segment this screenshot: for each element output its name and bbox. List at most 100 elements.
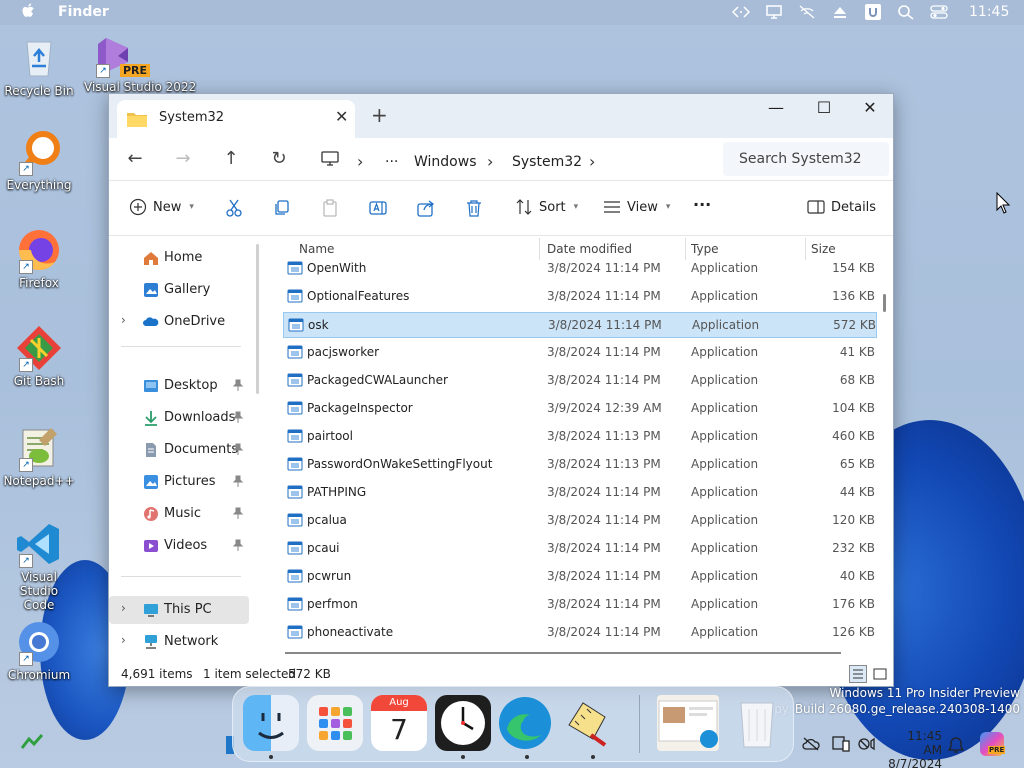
user-u-icon[interactable] bbox=[864, 4, 882, 20]
desktop-icon-notepad-plus-plus[interactable]: ↗ Notepad++ bbox=[3, 424, 75, 488]
dock-calendar-icon[interactable]: Aug 7 bbox=[371, 695, 427, 751]
file-row[interactable]: pcaui 3/8/2024 11:14 PM Application 232 KB bbox=[283, 536, 875, 560]
forward-button[interactable]: → bbox=[171, 148, 195, 169]
details-view-button[interactable] bbox=[849, 665, 867, 683]
more-options-button[interactable]: ··· bbox=[693, 195, 711, 214]
pin-icon[interactable] bbox=[233, 411, 243, 423]
back-button[interactable]: ← bbox=[123, 148, 147, 169]
vertical-scrollbar[interactable] bbox=[883, 294, 886, 312]
active-app-name[interactable]: Finder bbox=[58, 4, 109, 20]
horizontal-scrollbar[interactable] bbox=[285, 652, 841, 654]
sort-button[interactable]: Sort ▾ bbox=[515, 198, 578, 216]
file-row[interactable]: PasswordOnWakeSettingFlyout 3/8/2024 11:1… bbox=[283, 452, 875, 476]
copy-icon[interactable] bbox=[273, 199, 291, 217]
sidebar-item-music[interactable]: Music bbox=[109, 500, 249, 528]
sidebar-item-downloads[interactable]: Downloads bbox=[109, 404, 249, 432]
sidebar-item-home[interactable]: Home bbox=[109, 244, 249, 272]
expand-chevron-icon[interactable]: › bbox=[121, 601, 126, 615]
network-volume-icon[interactable] bbox=[858, 736, 878, 752]
sidebar-item-this-pc[interactable]: › This PC bbox=[109, 596, 249, 624]
file-row[interactable]: pairtool 3/8/2024 11:13 PM Application 460 … bbox=[283, 424, 875, 448]
control-center-icon[interactable] bbox=[930, 4, 948, 20]
dock-edge-icon[interactable] bbox=[497, 695, 553, 751]
dock-window-preview[interactable] bbox=[657, 695, 719, 751]
sidebar-item-network[interactable]: › Network bbox=[109, 628, 249, 656]
delete-icon[interactable] bbox=[465, 199, 483, 217]
taskbar-clock[interactable]: 11:45 AM 8/7/2024 bbox=[886, 729, 942, 768]
new-tab-button[interactable]: + bbox=[371, 103, 388, 127]
no-wifi-icon[interactable] bbox=[798, 4, 816, 20]
new-button[interactable]: New ▾ bbox=[129, 198, 194, 216]
desktop-icon-vscode[interactable]: ↗ Visual Studio Code bbox=[3, 520, 75, 612]
pin-icon[interactable] bbox=[233, 539, 243, 551]
sidebar-item-videos[interactable]: Videos bbox=[109, 532, 249, 560]
menu-bar-clock[interactable]: 11:45 bbox=[969, 4, 1009, 20]
copilot-icon[interactable]: PRE bbox=[980, 732, 1006, 756]
search-input[interactable]: Search System32 bbox=[723, 142, 889, 176]
rename-icon[interactable] bbox=[369, 199, 387, 217]
expand-chevron-icon[interactable]: › bbox=[121, 633, 126, 647]
minimize-button[interactable]: — bbox=[761, 98, 791, 117]
sidebar-item-desktop[interactable]: Desktop bbox=[109, 372, 249, 400]
application-file-icon bbox=[287, 373, 303, 387]
details-pane-button[interactable]: Details bbox=[807, 198, 876, 216]
desktop-icon-git-bash[interactable]: ↗ Git Bash bbox=[3, 324, 75, 388]
desktop-icon-everything[interactable]: ↗ Everything bbox=[3, 128, 75, 192]
breadcrumb-more[interactable]: ··· bbox=[385, 154, 398, 170]
dock-launchpad-icon[interactable] bbox=[307, 695, 363, 751]
file-row[interactable]: phoneactivate 3/8/2024 11:14 PM Applicatio… bbox=[283, 620, 875, 644]
file-row[interactable]: osk 3/8/2024 11:14 PM Application 572 KB bbox=[283, 312, 877, 338]
paste-icon[interactable] bbox=[321, 199, 339, 217]
share-icon[interactable] bbox=[417, 199, 435, 217]
sidebar-item-gallery[interactable]: Gallery bbox=[109, 276, 249, 304]
dock-finder-icon[interactable] bbox=[243, 695, 299, 751]
dock-trash-icon[interactable] bbox=[729, 695, 785, 751]
pin-icon[interactable] bbox=[233, 475, 243, 487]
file-row[interactable]: pacjsworker 3/8/2024 11:14 PM Application 4… bbox=[283, 340, 875, 364]
widgets-stock-icon[interactable] bbox=[20, 732, 44, 752]
search-icon[interactable] bbox=[897, 4, 915, 20]
refresh-button[interactable]: ↻ bbox=[267, 148, 291, 169]
pin-icon[interactable] bbox=[233, 379, 243, 391]
up-button[interactable]: ↑ bbox=[219, 148, 243, 169]
file-type: Application bbox=[691, 625, 759, 639]
cut-icon[interactable] bbox=[225, 199, 243, 217]
close-window-button[interactable]: ✕ bbox=[855, 98, 885, 117]
tab-system32[interactable]: System32 ✕ bbox=[117, 100, 355, 138]
file-row[interactable]: pcwrun 3/8/2024 11:14 PM Application 40 KB bbox=[283, 564, 875, 588]
address-bar[interactable]: › ··· Windows › System32 › bbox=[307, 142, 711, 176]
phone-link-icon[interactable] bbox=[832, 736, 850, 752]
notification-bell-icon[interactable] bbox=[948, 736, 964, 754]
file-row[interactable]: OpenWith 3/8/2024 11:14 PM Application 154 … bbox=[283, 256, 875, 280]
pin-icon[interactable] bbox=[233, 443, 243, 455]
sidebar-item-pictures[interactable]: Pictures bbox=[109, 468, 249, 496]
dock-clock-icon[interactable] bbox=[435, 695, 491, 751]
display-icon[interactable] bbox=[765, 4, 783, 20]
breadcrumb-system32[interactable]: System32 bbox=[512, 154, 582, 170]
cloud-offline-icon[interactable] bbox=[802, 736, 820, 752]
code-brackets-icon[interactable] bbox=[732, 4, 750, 20]
sidebar-item-documents[interactable]: Documents bbox=[109, 436, 249, 464]
sidebar-item-onedrive[interactable]: › OneDrive bbox=[109, 308, 249, 336]
view-button[interactable]: View ▾ bbox=[603, 198, 670, 216]
sidebar-scrollbar[interactable] bbox=[256, 244, 259, 394]
breadcrumb-windows[interactable]: Windows bbox=[414, 154, 477, 170]
file-row[interactable]: perfmon 3/8/2024 11:14 PM Application 176 K… bbox=[283, 592, 875, 616]
desktop-icon-firefox[interactable]: ↗ Firefox bbox=[3, 226, 75, 290]
eject-icon[interactable] bbox=[831, 4, 849, 20]
maximize-button[interactable]: ☐ bbox=[809, 98, 839, 117]
file-row[interactable]: PackagedCWALauncher 3/8/2024 11:14 PM Appl… bbox=[283, 368, 875, 392]
file-row[interactable]: OptionalFeatures 3/8/2024 11:14 PM Applica… bbox=[283, 284, 875, 308]
expand-chevron-icon[interactable]: › bbox=[121, 313, 126, 327]
file-row[interactable]: PackageInspector 3/9/2024 12:39 AM Applica… bbox=[283, 396, 875, 420]
file-row[interactable]: pcalua 3/8/2024 11:14 PM Application 120 KB bbox=[283, 508, 875, 532]
file-row[interactable]: PATHPING 3/8/2024 11:14 PM Application 44 K… bbox=[283, 480, 875, 504]
desktop-icon-recycle-bin[interactable]: Recycle Bin bbox=[3, 34, 75, 98]
close-tab-button[interactable]: ✕ bbox=[335, 107, 348, 126]
desktop-icon-chromium[interactable]: ↗ Chromium bbox=[3, 618, 75, 682]
dock-keyboard-app-icon[interactable] bbox=[561, 695, 617, 751]
tiles-view-button[interactable] bbox=[871, 665, 889, 683]
desktop-icon-visual-studio[interactable]: PRE ↗ Visual Studio 2022 bbox=[80, 30, 196, 94]
apple-icon[interactable] bbox=[22, 3, 36, 19]
pin-icon[interactable] bbox=[233, 507, 243, 519]
